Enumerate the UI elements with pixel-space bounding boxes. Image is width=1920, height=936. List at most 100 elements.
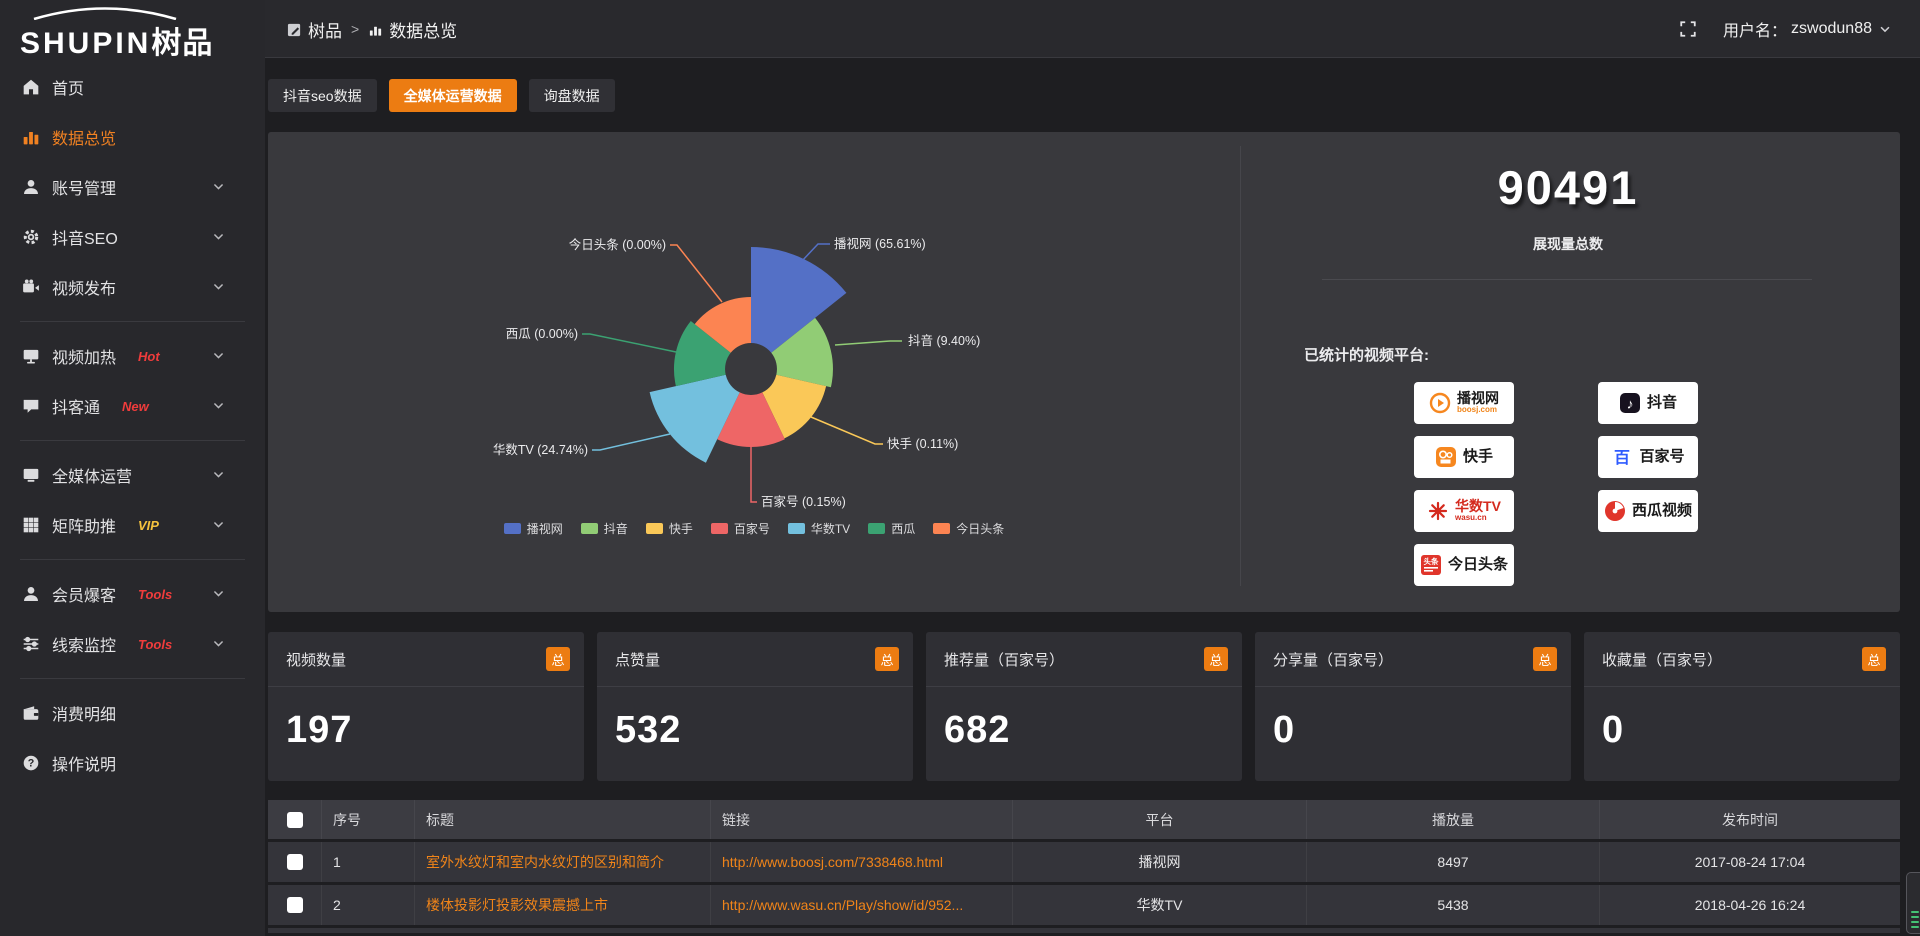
legend-label: 抖音 <box>604 520 628 537</box>
sidebar-item-label: 操作说明 <box>52 751 116 775</box>
chevron-down-icon <box>212 518 225 531</box>
breadcrumb-item-current[interactable]: 数据总览 <box>368 17 457 42</box>
platform-badge-kuaishou[interactable]: 快手 <box>1414 436 1514 478</box>
legend-item-今日头条[interactable]: 今日头条 <box>933 520 1004 537</box>
legend-label: 百家号 <box>734 520 770 537</box>
legend-swatch <box>788 523 805 534</box>
cell-plays: 5438 <box>1307 885 1600 925</box>
sidebar-item-heat[interactable]: 视频加热Hot <box>0 331 265 381</box>
tab-douyin-seo-data[interactable]: 抖音seo数据 <box>268 79 377 112</box>
sidebar-item-home[interactable]: 首页 <box>0 62 265 112</box>
stat-card-1: 视频数量总197 <box>268 632 584 781</box>
kuaishou-logo-icon <box>1435 446 1457 468</box>
cell-link: http://www.boosj.com/7338468.html <box>711 842 1013 882</box>
video-url-link[interactable]: http://www.wasu.cn/Play/show/id/952... <box>722 897 963 913</box>
help-icon: ? <box>22 754 40 772</box>
platform-badge-wasu[interactable]: 华数TVwasu.cn <box>1414 490 1514 532</box>
sidebar-item-label: 首页 <box>52 75 84 99</box>
header-plays: 播放量 <box>1307 800 1600 839</box>
legend-item-抖音[interactable]: 抖音 <box>581 520 628 537</box>
platform-badge-title: 抖音 <box>1647 395 1677 411</box>
pie-label: 播视网 (65.61%) <box>834 236 926 251</box>
sidebar: SHUPIN树品 首页数据总览账号管理抖音SEO 视频发布视频加热Hot抖客通Ne… <box>0 0 265 936</box>
sidebar-item-matrix[interactable]: 矩阵助推VIP <box>0 500 265 550</box>
total-badge[interactable]: 总 <box>546 647 570 671</box>
sidebar-item-publish[interactable]: 视频发布 <box>0 262 265 312</box>
side-float-widget[interactable] <box>1906 872 1920 934</box>
tab-inquiry-data[interactable]: 询盘数据 <box>529 79 615 112</box>
baijiahao-logo-icon: 百 <box>1611 446 1633 468</box>
logo-text-cn: 树品 <box>151 27 213 60</box>
sidebar-item-douyinseo[interactable]: 抖音SEO <box>0 212 265 262</box>
sidebar-item-data[interactable]: 数据总览 <box>0 112 265 162</box>
tab-media-op-data[interactable]: 全媒体运营数据 <box>389 79 517 112</box>
legend-item-西瓜[interactable]: 西瓜 <box>868 520 915 537</box>
legend-item-快手[interactable]: 快手 <box>646 520 693 537</box>
cell-plays: 8497 <box>1307 842 1600 882</box>
svg-text:百: 百 <box>1614 449 1630 467</box>
video-title-link[interactable]: 楼体投影灯投影效果震撼上市 <box>426 895 608 915</box>
sidebar-item-clue[interactable]: 线索监控Tools <box>0 619 265 669</box>
sidebar-item-help[interactable]: ? 操作说明 <box>0 738 265 788</box>
cell-index: 1 <box>322 842 415 882</box>
topbar: 树品 > 数据总览 用户名： zswodun88 <box>265 0 1920 58</box>
total-badge[interactable]: 总 <box>1862 647 1886 671</box>
platform-badge-douyin[interactable]: ♪抖音 <box>1598 382 1698 424</box>
pie-label: 抖音 (9.40%) <box>908 333 980 348</box>
brand-logo[interactable]: SHUPIN树品 <box>20 6 250 54</box>
stat-card-header: 推荐量（百家号）总 <box>926 632 1242 687</box>
stat-card-title: 视频数量 <box>286 649 346 670</box>
platform-badge-toutiao[interactable]: 头条今日头条 <box>1414 544 1514 586</box>
breadcrumb-separator: > <box>351 21 359 37</box>
select-all-checkbox[interactable] <box>287 812 303 828</box>
header-platform: 平台 <box>1013 800 1307 839</box>
platform-badge-title: 今日头条 <box>1448 557 1508 573</box>
sidebar-item-account[interactable]: 账号管理 <box>0 162 265 212</box>
app-root: SHUPIN树品 首页数据总览账号管理抖音SEO视频发布视频加热Hot抖客通Ne… <box>0 0 1920 936</box>
platform-badge-xigua[interactable]: 西瓜视频 <box>1598 490 1698 532</box>
sidebar-item-badge: Tools <box>138 637 172 652</box>
publish-icon <box>22 278 40 296</box>
legend-item-华数TV[interactable]: 华数TV <box>788 520 850 537</box>
sidebar-item-member[interactable]: 会员爆客Tools <box>0 569 265 619</box>
row-checkbox[interactable] <box>287 854 303 870</box>
user-menu[interactable]: 用户名： zswodun88 <box>1723 17 1892 41</box>
fullscreen-icon[interactable] <box>1679 20 1697 38</box>
platform-badge-title: 快手 <box>1463 449 1493 465</box>
legend-label: 西瓜 <box>891 520 915 537</box>
platform-badge-boosj[interactable]: 播视网boosj.com <box>1414 382 1514 424</box>
rose-pie-chart[interactable]: 播视网 (65.61%) 抖音 (9.40%) 快手 (0.11%) 百家号 (0.1… <box>268 132 1240 612</box>
sidebar-item-label: 全媒体运营 <box>52 463 132 487</box>
logo-text-en: SHUPIN <box>20 27 151 60</box>
home-icon <box>22 78 40 96</box>
legend-swatch <box>581 523 598 534</box>
breadcrumb-item-home[interactable]: 树品 <box>287 17 342 42</box>
video-title-link[interactable]: 室外水纹灯和室内水纹灯的区别和简介 <box>426 852 664 872</box>
sidebar-item-douketong[interactable]: 抖客通New <box>0 381 265 431</box>
pie-label-line <box>592 434 670 450</box>
video-url-link[interactable]: http://www.boosj.com/7338468.html <box>722 854 943 870</box>
legend-item-播视网[interactable]: 播视网 <box>504 520 563 537</box>
pie-label: 百家号 (0.15%) <box>761 494 846 509</box>
stat-card-value: 532 <box>597 687 913 752</box>
total-badge[interactable]: 总 <box>1204 647 1228 671</box>
topbar-right: 用户名： zswodun88 <box>1679 0 1892 58</box>
platform-badge-baijiahao[interactable]: 百百家号 <box>1598 436 1698 478</box>
sidebar-item-media[interactable]: 全媒体运营 <box>0 450 265 500</box>
toutiao-logo-icon: 头条 <box>1420 554 1442 576</box>
total-impressions-value: 90491 <box>1308 160 1828 215</box>
panel-divider <box>1240 146 1241 586</box>
pie-label: 快手 (0.11%) <box>887 437 958 451</box>
douketong-icon <box>22 397 40 415</box>
row-checkbox[interactable] <box>287 897 303 913</box>
sidebar-item-label: 抖音SEO <box>52 225 118 249</box>
sidebar-item-consume[interactable]: 消费明细 <box>0 688 265 738</box>
cell-time: 2018-04-26 16:24 <box>1600 885 1900 925</box>
logo-text: SHUPIN树品 <box>20 18 213 62</box>
legend-item-百家号[interactable]: 百家号 <box>711 520 770 537</box>
total-badge[interactable]: 总 <box>1533 647 1557 671</box>
svg-text:头条: 头条 <box>1423 556 1439 566</box>
pie-slice-华数TV[interactable] <box>650 375 740 463</box>
username: zswodun88 <box>1791 20 1872 38</box>
total-badge[interactable]: 总 <box>875 647 899 671</box>
